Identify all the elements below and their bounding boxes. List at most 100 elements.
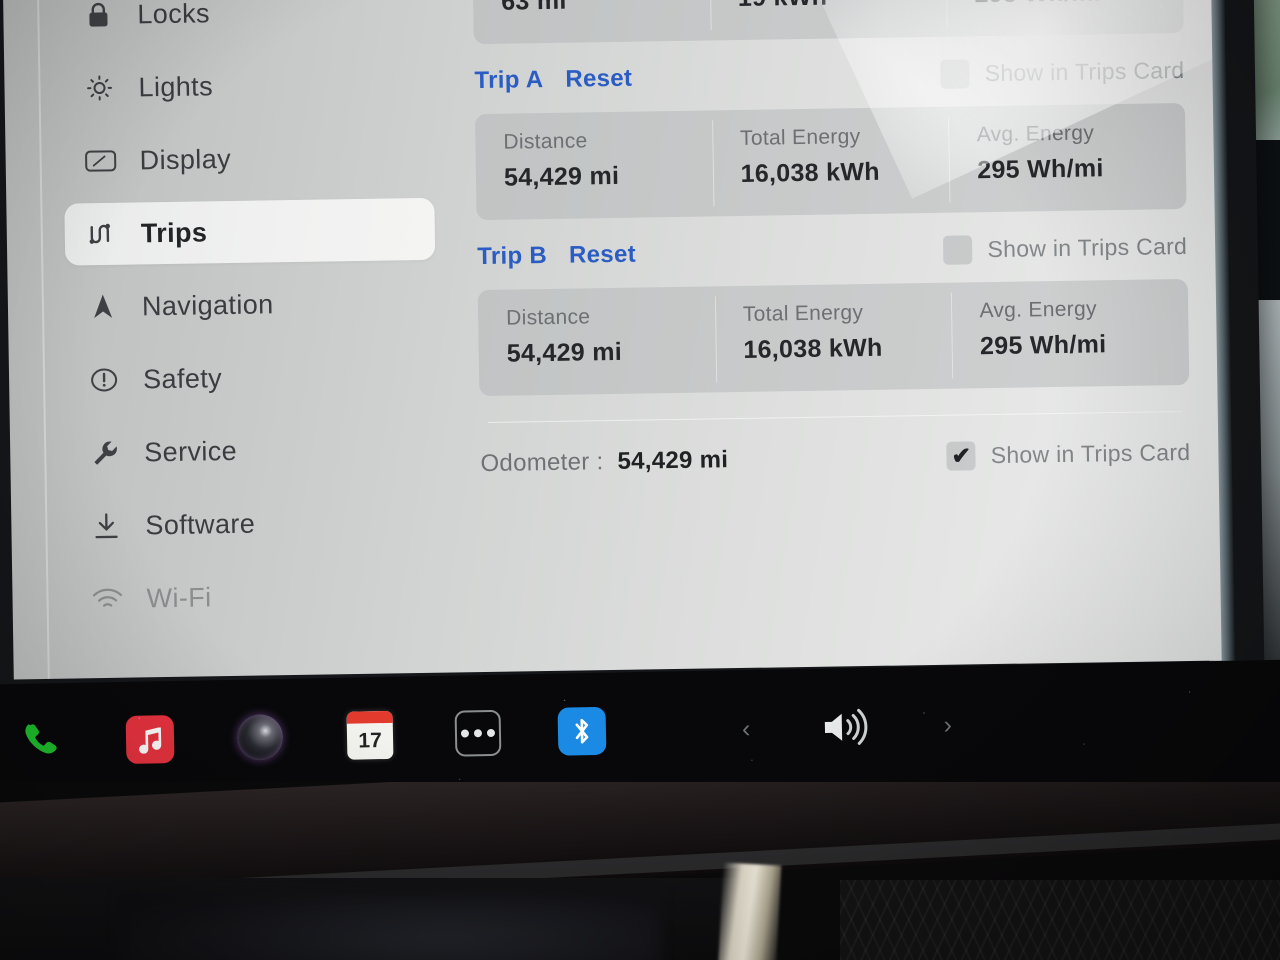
download-icon	[89, 509, 124, 544]
safety-icon	[87, 363, 122, 398]
stat-cell-total-energy: Total Energy 16,038 kWh	[714, 283, 952, 393]
sidebar-item-label: Display	[139, 143, 232, 175]
odometer-label: Odometer :	[480, 447, 604, 477]
stat-label: Avg. Energy	[976, 121, 1095, 147]
taskbar-item-bluetooth[interactable]	[551, 701, 612, 762]
sidebar-item-display[interactable]: Display	[63, 125, 434, 193]
odometer-row: Odometer : 54,429 mi ✔ Show in Trips Car…	[480, 438, 1190, 478]
stat-value: 54,429 mi	[503, 161, 620, 192]
display-icon	[83, 144, 118, 179]
trip-a-reset-button[interactable]: Reset	[565, 65, 632, 94]
taskbar-item-music[interactable]	[119, 709, 180, 770]
chevron-left-icon[interactable]: ‹	[742, 714, 751, 742]
sidebar-item-lights[interactable]: Lights	[62, 52, 433, 120]
sidebar-item-wifi[interactable]: Wi-Fi	[70, 563, 441, 631]
sidebar-item-label: Locks	[137, 0, 211, 29]
stat-cell-distance: Distance 54,429 mi	[475, 110, 713, 220]
seat-fabric	[840, 880, 1280, 960]
camera-icon	[236, 713, 284, 761]
stat-value: 19 kWh	[738, 0, 947, 13]
stat-cell-avg-energy: Avg. Energy 295 Wh/mi	[946, 0, 1184, 37]
calendar-day: 17	[358, 729, 382, 753]
odometer-divider	[487, 411, 1182, 423]
trip-b-label[interactable]: Trip B	[477, 242, 547, 271]
stat-label: Total Energy	[742, 301, 864, 326]
photo-frame: Locks Lights Display Trips Navigation Sa…	[0, 0, 1280, 960]
wrench-icon	[88, 436, 123, 471]
stat-label: Total Energy	[739, 125, 861, 150]
taskbar-item-camera[interactable]	[229, 707, 290, 768]
car-console	[0, 782, 1280, 960]
sidebar-item-label: Navigation	[141, 288, 274, 321]
taskbar-item-more[interactable]	[447, 703, 508, 764]
stat-value: 54,429 mi	[506, 337, 623, 368]
trip-b-show-in-trips-card-row[interactable]: ✔ Show in Trips Card	[943, 231, 1188, 265]
stat-label: Avg. Energy	[979, 297, 1097, 323]
music-icon	[125, 715, 175, 764]
lock-icon	[81, 0, 116, 32]
stat-label: Distance	[506, 305, 591, 330]
trip-a-show-label: Show in Trips Card	[984, 56, 1185, 86]
trip-b-show-label: Show in Trips Card	[987, 232, 1188, 262]
sidebar-item-safety[interactable]: Safety	[67, 344, 438, 412]
console-shadow-blob	[120, 894, 660, 960]
trip-b-reset-button[interactable]: Reset	[569, 241, 636, 270]
chevron-right-icon[interactable]: ›	[943, 711, 952, 739]
check-icon: ✔	[951, 442, 972, 469]
trip-a-stats: Distance 54,429 mi Total Energy 16,038 k…	[474, 102, 1187, 221]
stat-value: 295 Wh/mi	[979, 330, 1107, 361]
stat-cell-avg-energy: Avg. Energy 295 Wh/mi	[948, 103, 1186, 213]
trip-b-stats: Distance 54,429 mi Total Energy 16,038 k…	[477, 278, 1190, 397]
stat-cell-distance: Distance 63 mi	[472, 0, 710, 44]
console-highlight-strip	[716, 862, 782, 960]
stat-cell-avg-energy: Avg. Energy 295 Wh/mi	[951, 279, 1189, 389]
current-trip-stats: Distance 63 mi Total Energy 19 kWh Avg. …	[472, 0, 1184, 45]
more-icon	[454, 709, 502, 757]
trips-content: Distance 63 mi Total Energy 19 kWh Avg. …	[472, 0, 1193, 672]
stat-value: 295 Wh/mi	[974, 0, 1183, 9]
stat-label: Distance	[503, 129, 588, 154]
settings-screen: Locks Lights Display Trips Navigation Sa…	[2, 0, 1222, 680]
trip-a-show-checkbox[interactable]: ✔	[940, 58, 970, 89]
settings-sidebar[interactable]: Locks Lights Display Trips Navigation Sa…	[61, 0, 441, 631]
odometer-show-in-trips-card-row[interactable]: ✔ Show in Trips Card	[946, 438, 1191, 471]
taskbar-item-phone[interactable]	[9, 711, 70, 772]
sidebar-item-navigation[interactable]: Navigation	[65, 271, 436, 339]
calendar-icon: 17	[346, 710, 394, 760]
stat-cell-total-energy: Total Energy 19 kWh	[709, 0, 947, 40]
navigation-icon	[86, 290, 121, 325]
sidebar-item-software[interactable]: Software	[69, 490, 440, 558]
stat-cell-distance: Distance 54,429 mi	[478, 286, 716, 396]
stat-cell-total-energy: Total Energy 16,038 kWh	[712, 107, 950, 217]
trip-a-header: Trip A Reset ✔ Show in Trips Card	[474, 47, 1185, 104]
sidebar-item-locks[interactable]: Locks	[61, 0, 432, 47]
sidebar-item-label: Safety	[142, 362, 223, 394]
trip-a-label[interactable]: Trip A	[474, 66, 543, 95]
sidebar-item-label: Wi-Fi	[146, 581, 212, 613]
sidebar-item-label: Software	[145, 508, 256, 540]
taskbar-item-calendar[interactable]: 17	[339, 705, 400, 766]
volume-icon[interactable]	[819, 707, 876, 748]
sidebar-item-label: Trips	[140, 216, 208, 248]
lightbulb-icon	[82, 71, 117, 106]
sidebar-item-label: Service	[144, 435, 238, 467]
trip-b-show-checkbox[interactable]: ✔	[943, 234, 973, 265]
stat-value: 16,038 kWh	[740, 157, 881, 188]
calendar-header	[346, 710, 393, 724]
trip-b-header: Trip B Reset ✔ Show in Trips Card	[477, 223, 1188, 280]
odometer-show-label: Show in Trips Card	[990, 438, 1191, 469]
bluetooth-icon	[557, 706, 607, 756]
volume-control-group[interactable]: ‹ ›	[741, 694, 952, 760]
trip-a-show-in-trips-card-row[interactable]: ✔ Show in Trips Card	[940, 55, 1185, 89]
stat-value: 63 mi	[501, 0, 567, 16]
odometer-show-checkbox[interactable]: ✔	[946, 441, 976, 471]
phone-icon	[17, 716, 64, 768]
panel-left-seam	[36, 0, 50, 679]
wifi-icon	[90, 582, 125, 617]
sidebar-item-service[interactable]: Service	[68, 417, 439, 485]
stat-value: 16,038 kWh	[743, 333, 883, 364]
trips-icon	[85, 217, 120, 252]
stat-value: 295 Wh/mi	[977, 154, 1104, 185]
sidebar-item-trips[interactable]: Trips	[64, 197, 436, 266]
sidebar-item-label: Lights	[138, 70, 214, 102]
